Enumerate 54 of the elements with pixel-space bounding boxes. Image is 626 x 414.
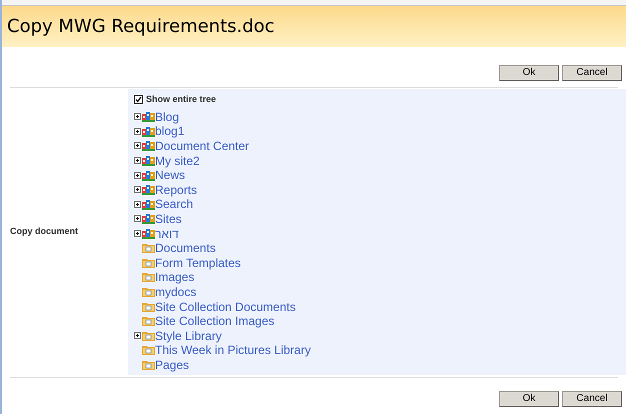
expand-icon[interactable] [134, 215, 141, 222]
site-icon [142, 228, 155, 240]
folder-icon [142, 302, 155, 312]
tree-item[interactable]: News [155, 169, 186, 182]
tree-item[interactable]: This Week in Pictures Library [155, 344, 311, 356]
site-icon [142, 126, 155, 137]
tree-item[interactable]: Images [155, 271, 194, 284]
tree-item[interactable]: Blog [155, 110, 180, 123]
folder-icon [142, 316, 155, 326]
tree-item[interactable]: blog1 [155, 125, 184, 138]
folder-icon [142, 345, 155, 356]
expand-icon[interactable] [134, 230, 141, 238]
tree-item[interactable]: Style Library [155, 330, 222, 342]
tree-item[interactable]: Documents [155, 242, 216, 254]
site-icon [142, 213, 155, 224]
tree-item[interactable]: Document Center [155, 140, 250, 152]
tree-item[interactable]: Form Templates [155, 256, 241, 269]
tree-item[interactable]: Sites [155, 212, 182, 225]
expand-icon[interactable] [134, 200, 141, 208]
expand-icon[interactable] [134, 128, 141, 135]
folder-icon [142, 330, 155, 341]
dialog-button[interactable]: Cancel [562, 391, 622, 407]
expand-icon[interactable] [134, 157, 141, 164]
folder-icon [142, 286, 155, 297]
folder-icon [142, 258, 155, 268]
tree-item[interactable]: mydocs [155, 286, 196, 298]
checkbox[interactable] [134, 95, 143, 104]
checkbox-label: Show entire tree [146, 93, 216, 106]
dialog-title: Copy MWG Requirements.doc [7, 15, 275, 39]
site-icon [142, 198, 155, 210]
site-icon [142, 140, 155, 152]
folder-icon [142, 360, 155, 370]
tree-item[interactable]: Pages [155, 358, 190, 371]
tree-item[interactable]: My site2 [155, 154, 200, 167]
expand-icon[interactable] [134, 186, 141, 194]
tree-item[interactable]: דואר [155, 228, 179, 240]
dialog-button[interactable]: Ok [499, 391, 559, 407]
site-icon [142, 184, 155, 196]
folder-icon [142, 272, 155, 282]
folder-icon [142, 243, 155, 254]
site-icon [142, 111, 155, 122]
dialog-button[interactable]: Ok [499, 65, 559, 81]
expand-icon[interactable] [134, 113, 141, 120]
expand-icon[interactable] [134, 172, 141, 179]
expand-icon[interactable] [134, 142, 141, 150]
tree-item[interactable]: Site Collection Documents [155, 300, 296, 313]
site-icon [142, 170, 155, 181]
tree-item[interactable]: Site Collection Images [155, 315, 274, 328]
tree-item[interactable]: Reports [155, 184, 198, 196]
site-icon [142, 155, 155, 166]
field-label: Copy document [10, 224, 78, 238]
dialog-button[interactable]: Cancel [562, 65, 622, 81]
expand-icon[interactable] [134, 332, 141, 340]
tree-item[interactable]: Search [155, 198, 194, 210]
